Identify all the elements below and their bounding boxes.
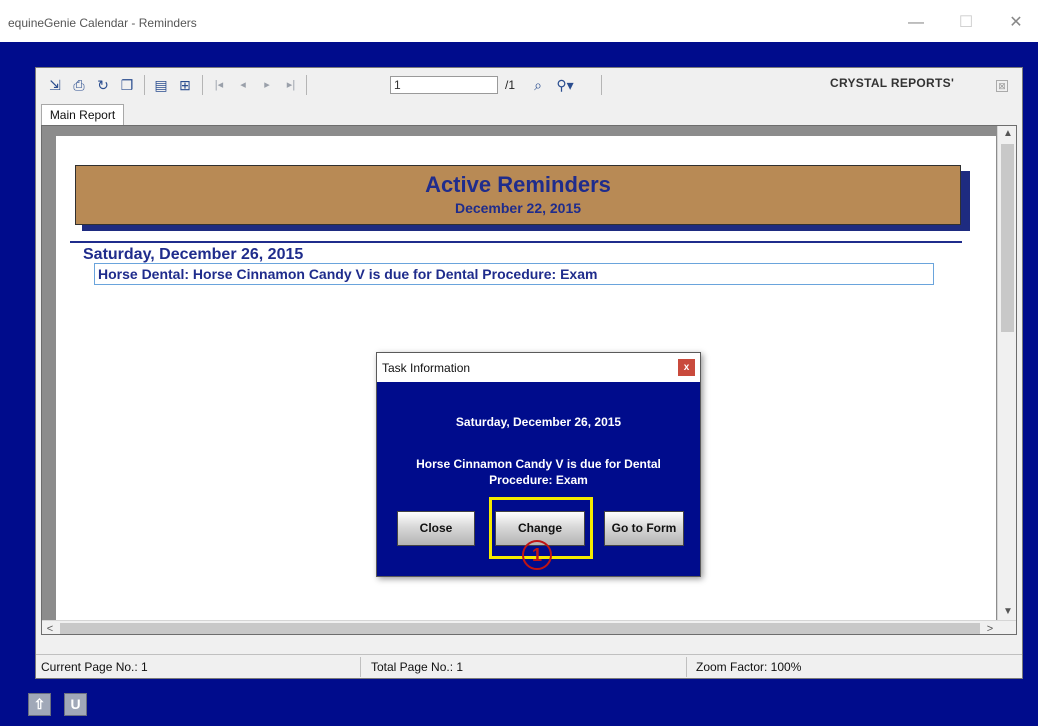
undo-button[interactable]: U <box>64 693 87 716</box>
scroll-left-arrow[interactable]: < <box>42 621 58 634</box>
status-separator <box>686 657 687 677</box>
report-date: December 22, 2015 <box>454 200 582 216</box>
dialog-close-icon[interactable]: x <box>678 359 695 376</box>
horizontal-scroll-thumb[interactable] <box>60 623 980 634</box>
close-viewer-icon[interactable]: ⊠ <box>996 80 1008 92</box>
refresh-icon[interactable]: ↻ <box>94 76 112 94</box>
toolbar-separator <box>202 75 203 95</box>
tab-main-report[interactable]: Main Report <box>41 104 124 126</box>
scroll-right-arrow[interactable]: > <box>982 621 998 634</box>
scroll-up-arrow[interactable]: ▲ <box>998 126 1016 142</box>
go-to-form-button[interactable]: Go to Form <box>604 511 684 546</box>
export-icon[interactable]: ⇲ <box>46 76 64 94</box>
reminder-row[interactable]: Horse Dental: Horse Cinnamon Candy V is … <box>94 263 934 285</box>
vertical-scroll-thumb[interactable] <box>1001 144 1014 332</box>
page-number-input[interactable] <box>390 76 498 94</box>
window-titlebar: equineGenie Calendar - Reminders — ☐ ✕ <box>0 0 1038 42</box>
crystal-reports-logo: CRYSTAL REPORTS' <box>830 76 955 90</box>
report-divider <box>70 241 962 243</box>
group-tree-icon[interactable]: ⊞ <box>176 76 194 94</box>
step-marker: 1 <box>522 540 552 570</box>
dialog-titlebar: Task Information x <box>377 353 700 382</box>
first-page-icon[interactable]: |◂ <box>210 76 228 94</box>
minimize-button[interactable]: — <box>896 10 936 36</box>
up-button[interactable]: ⇧ <box>28 693 51 716</box>
close-window-button[interactable]: ✕ <box>996 10 1036 36</box>
report-banner: Active Reminders December 22, 2015 <box>75 165 961 225</box>
viewer-toolbar: ⇲ ⎙ ↻ ❐ ▤ ⊞ |◂ ◂ ▸ ▸| /1 ⌕ ⚲▾ CRYSTAL RE… <box>36 68 1022 102</box>
toolbar-separator <box>306 75 307 95</box>
last-page-icon[interactable]: ▸| <box>282 76 300 94</box>
day-header: Saturday, December 26, 2015 <box>83 246 304 263</box>
previous-page-icon[interactable]: ◂ <box>234 76 252 94</box>
horizontal-scrollbar[interactable]: < > <box>42 620 1016 634</box>
next-page-icon[interactable]: ▸ <box>258 76 276 94</box>
toggle-group-tree-icon[interactable]: ▤ <box>152 76 170 94</box>
current-page-status: Current Page No.: 1 <box>41 660 148 674</box>
window-title: equineGenie Calendar - Reminders <box>8 16 197 30</box>
search-icon[interactable]: ⌕ <box>529 76 547 94</box>
zoom-icon[interactable]: ⚲▾ <box>556 76 574 94</box>
toolbar-separator <box>601 75 602 95</box>
page-total-label: /1 <box>505 78 516 92</box>
dialog-message: Horse Cinnamon Candy V is due for Dental… <box>416 457 661 487</box>
zoom-factor-status: Zoom Factor: 100% <box>696 660 802 674</box>
dialog-title: Task Information <box>382 361 471 375</box>
print-icon[interactable]: ⎙ <box>70 76 88 94</box>
report-title: Active Reminders <box>425 172 611 197</box>
dialog-date: Saturday, December 26, 2015 <box>455 415 622 429</box>
maximize-button[interactable]: ☐ <box>946 10 986 36</box>
copy-icon[interactable]: ❐ <box>118 76 136 94</box>
status-bar: Current Page No.: 1 Total Page No.: 1 Zo… <box>36 654 1022 678</box>
task-information-dialog: Task Information x Saturday, December 26… <box>376 352 701 577</box>
close-button[interactable]: Close <box>397 511 475 546</box>
total-page-status: Total Page No.: 1 <box>371 660 464 674</box>
status-separator <box>360 657 361 677</box>
toolbar-separator <box>144 75 145 95</box>
scroll-down-arrow[interactable]: ▼ <box>998 604 1016 620</box>
vertical-scrollbar[interactable]: ▲ ▼ <box>997 126 1016 622</box>
